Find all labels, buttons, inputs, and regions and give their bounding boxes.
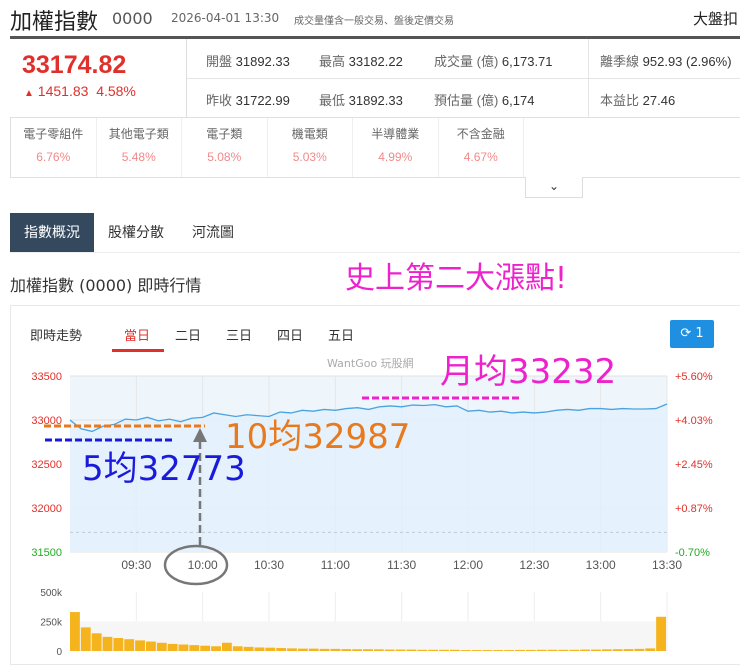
y-tick-left: 31500	[31, 547, 62, 559]
volume-bar	[417, 649, 428, 651]
volume-bar	[634, 648, 645, 651]
volume-bar	[91, 633, 102, 651]
volume-bar	[276, 648, 287, 651]
volume-bar	[471, 650, 482, 651]
volume-bar	[612, 649, 623, 651]
volume-bar	[189, 645, 200, 651]
volume-bar	[254, 647, 265, 651]
volume-bar	[308, 648, 319, 651]
x-tick: 13:30	[652, 558, 682, 572]
intraday-chart: 33500 +5.60%33000 +4.03%32500 +2.45%32000 +0…	[31, 371, 713, 658]
volume-bar	[352, 649, 363, 651]
volume-bar	[558, 649, 569, 651]
volume-bar	[460, 650, 471, 651]
volume-tick: 500k	[40, 588, 63, 599]
x-tick: 09:30	[121, 558, 151, 572]
volume-bar	[515, 649, 525, 651]
volume-bar	[178, 644, 189, 651]
volume-bar	[395, 649, 406, 651]
y-tick-right: +2.45%	[675, 459, 713, 471]
volume-bar	[211, 646, 221, 651]
volume-bar	[428, 649, 439, 651]
volume-bar	[341, 649, 352, 651]
volume-bar	[504, 650, 515, 651]
volume-bar	[656, 616, 666, 651]
volume-bar	[232, 646, 243, 651]
volume-bar	[373, 649, 384, 651]
volume-bar	[135, 640, 145, 651]
volume-bar	[221, 642, 232, 651]
volume-bar	[384, 649, 395, 651]
volume-bar	[145, 641, 156, 651]
volume-bar	[623, 649, 634, 651]
volume-bar	[645, 648, 656, 651]
volume-bar	[580, 649, 591, 651]
volume-bar	[406, 649, 417, 651]
volume-bar	[449, 649, 460, 651]
volume-bar	[297, 648, 308, 651]
volume-bar	[102, 636, 113, 651]
volume-bar	[80, 627, 91, 651]
x-tick: 12:30	[519, 558, 549, 572]
x-tick: 11:30	[387, 558, 416, 572]
volume-bar	[167, 643, 178, 651]
volume-bar	[265, 647, 276, 651]
volume-bar	[547, 649, 558, 651]
y-tick-left: 32000	[31, 503, 62, 515]
volume-bar	[200, 645, 211, 651]
volume-bar	[439, 649, 449, 651]
month-avg-annotation: 月均33232	[440, 352, 617, 392]
x-tick: 12:00	[453, 558, 483, 572]
volume-tick: 250k	[40, 618, 63, 629]
volume-bar	[601, 649, 612, 651]
volume-bar	[319, 648, 330, 651]
x-tick: 13:00	[586, 558, 616, 572]
volume-bar	[363, 649, 373, 651]
volume-bar	[156, 642, 167, 651]
x-tick: 10:00	[188, 558, 218, 572]
volume-bar	[70, 612, 80, 651]
volume-bar	[124, 639, 135, 651]
volume-bar	[113, 638, 124, 651]
volume-bar	[287, 648, 297, 651]
volume-bar	[569, 649, 580, 651]
volume-bar	[493, 650, 504, 651]
ten-avg-annotation: 10均32987	[225, 417, 411, 457]
volume-bar	[525, 649, 536, 651]
y-tick-right: +4.03%	[675, 415, 713, 427]
y-tick-right: +0.87%	[675, 503, 713, 515]
y-tick-left: 33500	[31, 371, 62, 383]
y-tick-right: +5.60%	[675, 371, 713, 383]
volume-bar	[536, 649, 547, 651]
y-tick-left: 32500	[31, 459, 62, 471]
x-tick: 10:30	[254, 558, 284, 572]
volume-tick: 0	[56, 647, 62, 658]
volume-bar	[243, 646, 254, 651]
volume-bar	[591, 649, 601, 651]
five-avg-annotation: 5均32773	[82, 449, 246, 489]
x-tick: 11:00	[321, 558, 350, 572]
volume-bar	[482, 650, 493, 651]
volume-bar	[330, 648, 341, 651]
